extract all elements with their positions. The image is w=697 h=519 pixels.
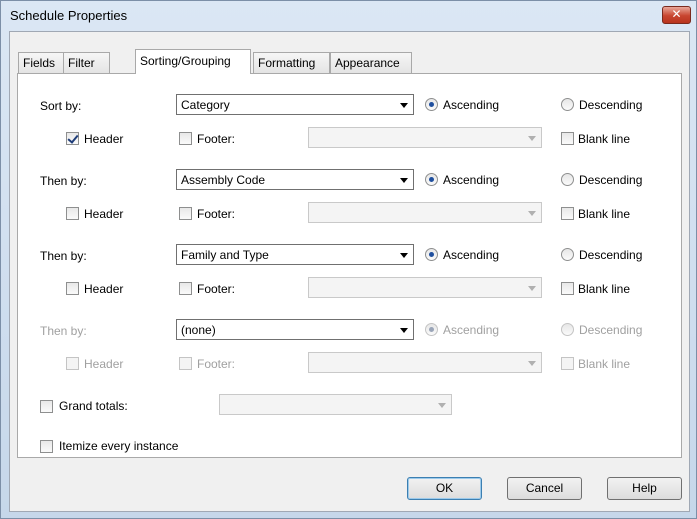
schedule-properties-dialog: Schedule Properties ✕ Fields Filter Sort… xyxy=(0,0,697,519)
blank-line-checkbox[interactable] xyxy=(561,207,574,220)
help-button[interactable]: Help xyxy=(607,477,682,500)
footer-checkbox[interactable] xyxy=(179,132,192,145)
chevron-down-icon xyxy=(400,328,408,333)
ascending-radio[interactable] xyxy=(425,98,438,111)
chevron-down-icon xyxy=(528,286,536,291)
tab-label: Sorting/Grouping xyxy=(140,54,231,68)
header-checkbox[interactable] xyxy=(66,132,79,145)
ascending-label: Ascending xyxy=(443,173,500,187)
sort-label: Then by: xyxy=(40,249,87,263)
tab-label: Filter xyxy=(68,56,95,70)
descending-label: Descending xyxy=(579,248,643,262)
blank-line-label: Blank line xyxy=(578,357,631,371)
sorting-grouping-panel: Sort by: Category Ascending Descending H… xyxy=(17,73,682,458)
chevron-down-icon xyxy=(438,403,446,408)
tab-strip: Fields Filter Sorting/Grouping Formattin… xyxy=(18,49,678,74)
itemize-label: Itemize every instance xyxy=(59,439,179,453)
chevron-down-icon xyxy=(400,253,408,258)
sort-field-dropdown[interactable]: Category xyxy=(176,94,414,115)
cancel-button[interactable]: Cancel xyxy=(507,477,582,500)
header-label: Header xyxy=(84,282,124,296)
sort-field-value: Family and Type xyxy=(181,248,269,262)
ok-label: OK xyxy=(435,481,454,495)
descending-label: Descending xyxy=(579,323,643,337)
footer-label: Footer: xyxy=(197,207,236,221)
tab-label: Fields xyxy=(23,56,56,70)
descending-radio[interactable] xyxy=(561,98,574,111)
sort-label: Sort by: xyxy=(40,99,82,113)
chevron-down-icon xyxy=(400,103,408,108)
footer-dropdown[interactable] xyxy=(308,277,542,298)
footer-label: Footer: xyxy=(197,132,236,146)
sort-field-value: (none) xyxy=(181,323,216,337)
tab-formatting[interactable]: Formatting xyxy=(253,52,330,73)
ascending-label: Ascending xyxy=(443,323,500,337)
chevron-down-icon xyxy=(528,136,536,141)
sort-field-dropdown[interactable]: Assembly Code xyxy=(176,169,414,190)
sort-label: Then by: xyxy=(40,324,87,338)
itemize-checkbox[interactable] xyxy=(40,440,53,453)
tab-sorting-grouping[interactable]: Sorting/Grouping xyxy=(135,49,251,74)
blank-line-label: Blank line xyxy=(578,207,631,221)
chevron-down-icon xyxy=(528,211,536,216)
header-checkbox[interactable] xyxy=(66,357,79,370)
tab-label: Formatting xyxy=(258,56,316,70)
help-label: Help xyxy=(632,481,657,495)
ascending-radio[interactable] xyxy=(425,173,438,186)
blank-line-checkbox[interactable] xyxy=(561,357,574,370)
sort-field-value: Category xyxy=(181,98,230,112)
blank-line-checkbox[interactable] xyxy=(561,282,574,295)
footer-dropdown[interactable] xyxy=(308,352,542,373)
header-label: Header xyxy=(84,132,124,146)
sort-field-value: Assembly Code xyxy=(181,173,266,187)
grand-totals-checkbox[interactable] xyxy=(40,400,53,413)
ok-button[interactable]: OK xyxy=(407,477,482,500)
ascending-label: Ascending xyxy=(443,248,500,262)
sort-field-dropdown[interactable]: Family and Type xyxy=(176,244,414,265)
sort-label: Then by: xyxy=(40,174,87,188)
tab-filter[interactable]: Filter xyxy=(63,52,110,73)
tab-appearance[interactable]: Appearance xyxy=(330,52,412,73)
blank-line-label: Blank line xyxy=(578,132,631,146)
dialog-title: Schedule Properties xyxy=(10,8,128,23)
descending-radio[interactable] xyxy=(561,248,574,261)
header-checkbox[interactable] xyxy=(66,207,79,220)
blank-line-label: Blank line xyxy=(578,282,631,296)
header-label: Header xyxy=(84,207,124,221)
footer-label: Footer: xyxy=(197,357,236,371)
header-checkbox[interactable] xyxy=(66,282,79,295)
close-button[interactable]: ✕ xyxy=(662,6,691,24)
chevron-down-icon xyxy=(400,178,408,183)
ascending-radio[interactable] xyxy=(425,248,438,261)
chevron-down-icon xyxy=(528,361,536,366)
header-label: Header xyxy=(84,357,124,371)
footer-checkbox[interactable] xyxy=(179,357,192,370)
footer-label: Footer: xyxy=(197,282,236,296)
footer-dropdown[interactable] xyxy=(308,127,542,148)
descending-radio[interactable] xyxy=(561,323,574,336)
ascending-label: Ascending xyxy=(443,98,500,112)
grand-totals-dropdown[interactable] xyxy=(219,394,452,415)
footer-dropdown[interactable] xyxy=(308,202,542,223)
dialog-client-area: Fields Filter Sorting/Grouping Formattin… xyxy=(9,31,690,512)
close-icon: ✕ xyxy=(671,7,682,21)
descending-label: Descending xyxy=(579,98,643,112)
footer-checkbox[interactable] xyxy=(179,282,192,295)
ascending-radio[interactable] xyxy=(425,323,438,336)
tab-fields[interactable]: Fields xyxy=(18,52,64,73)
descending-radio[interactable] xyxy=(561,173,574,186)
title-bar[interactable]: Schedule Properties ✕ xyxy=(1,1,696,31)
cancel-label: Cancel xyxy=(525,481,564,495)
descending-label: Descending xyxy=(579,173,643,187)
footer-checkbox[interactable] xyxy=(179,207,192,220)
sort-field-dropdown[interactable]: (none) xyxy=(176,319,414,340)
tab-label: Appearance xyxy=(335,56,400,70)
grand-totals-label: Grand totals: xyxy=(59,399,128,413)
blank-line-checkbox[interactable] xyxy=(561,132,574,145)
